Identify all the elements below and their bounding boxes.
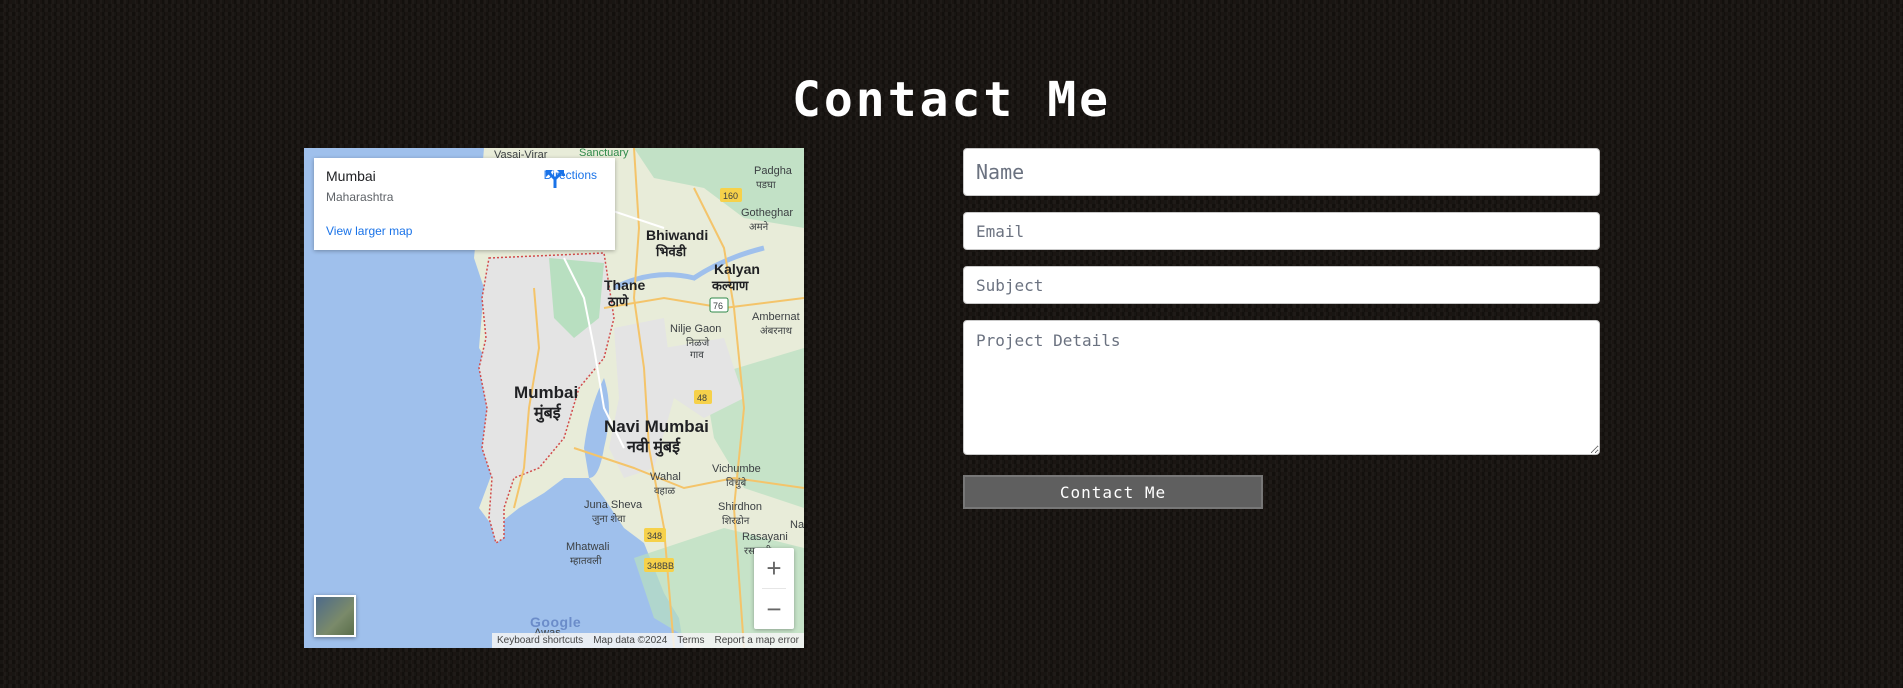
svg-text:Juna Sheva: Juna Sheva [584,499,643,511]
svg-text:कल्याण: कल्याण [711,278,749,293]
report-error-link[interactable]: Report a map error [710,635,804,646]
embedded-map[interactable]: Vasai-Virar Sanctuary Padgha पडघा 160 Go… [304,148,804,648]
svg-text:अंबरनाथ: अंबरनाथ [760,325,793,337]
page-title: Contact Me [792,72,1111,128]
svg-text:Ambernat: Ambernat [752,311,800,323]
svg-text:जुना शेवा: जुना शेवा [592,513,626,525]
svg-text:भिवंडी: भिवंडी [655,244,687,259]
svg-text:Thane: Thane [604,277,645,293]
svg-text:Gotheghar: Gotheghar [741,207,793,219]
keyboard-shortcuts-link[interactable]: Keyboard shortcuts [492,635,588,646]
svg-text:म्हातवली: म्हातवली [570,555,602,567]
svg-text:Shirdhon: Shirdhon [718,501,762,513]
svg-text:348BB: 348BB [647,561,674,571]
contact-me-button[interactable]: Contact Me [963,475,1263,509]
svg-text:पडघा: पडघा [756,180,776,191]
svg-text:Bhiwandi: Bhiwandi [646,227,708,243]
zoom-out-button[interactable]: − [754,589,794,629]
svg-text:Vichumbe: Vichumbe [712,463,761,475]
svg-text:Mhatwali: Mhatwali [566,541,609,553]
svg-text:Kalyan: Kalyan [714,261,760,277]
svg-text:Rasayani: Rasayani [742,531,788,543]
svg-text:348: 348 [647,531,662,541]
google-logo: Google [530,614,581,630]
svg-text:Navi Mumbai: Navi Mumbai [604,417,709,436]
svg-text:शिरढोन: शिरढोन [722,515,750,527]
google-logo-text: Google [530,614,582,630]
directions-button[interactable]: Directions [544,168,597,188]
svg-text:वहाळ: वहाळ [654,486,675,497]
svg-text:निळजे: निळजे [686,337,710,349]
project-details-textarea[interactable] [963,320,1600,455]
email-input[interactable] [963,212,1600,250]
zoom-controls: + − [754,548,794,629]
svg-text:नवी मुंबई: नवी मुंबई [626,437,681,457]
svg-text:160: 160 [723,191,738,201]
place-region: Maharashtra [326,190,394,204]
svg-text:76: 76 [713,301,723,311]
terms-link[interactable]: Terms [672,635,709,646]
svg-text:अमने: अमने [749,221,769,233]
satellite-toggle[interactable] [314,595,356,637]
directions-icon [545,170,564,188]
svg-text:मुंबई: मुंबई [533,403,562,423]
svg-text:विचुंबे: विचुंबे [726,477,747,489]
svg-text:Wahal: Wahal [650,471,681,483]
map-data-text: Map data ©2024 [593,635,668,646]
subject-input[interactable] [963,266,1600,304]
svg-text:ठाणे: ठाणे [607,294,629,309]
name-input[interactable] [963,148,1600,196]
map-attribution: Keyboard shortcuts Map data ©2024 Terms … [492,633,804,648]
svg-text:Padgha: Padgha [754,165,793,177]
svg-text:Nilje Gaon: Nilje Gaon [670,323,721,335]
place-name: Mumbai [326,168,376,184]
svg-text:48: 48 [697,393,707,403]
svg-text:गाव: गाव [690,350,704,361]
view-larger-map-link[interactable]: View larger map [326,224,412,238]
map-info-card: Mumbai Maharashtra View larger map Direc… [314,158,615,250]
zoom-in-button[interactable]: + [754,548,794,588]
svg-text:Mumbai: Mumbai [514,383,578,402]
svg-text:Na: Na [790,519,804,531]
